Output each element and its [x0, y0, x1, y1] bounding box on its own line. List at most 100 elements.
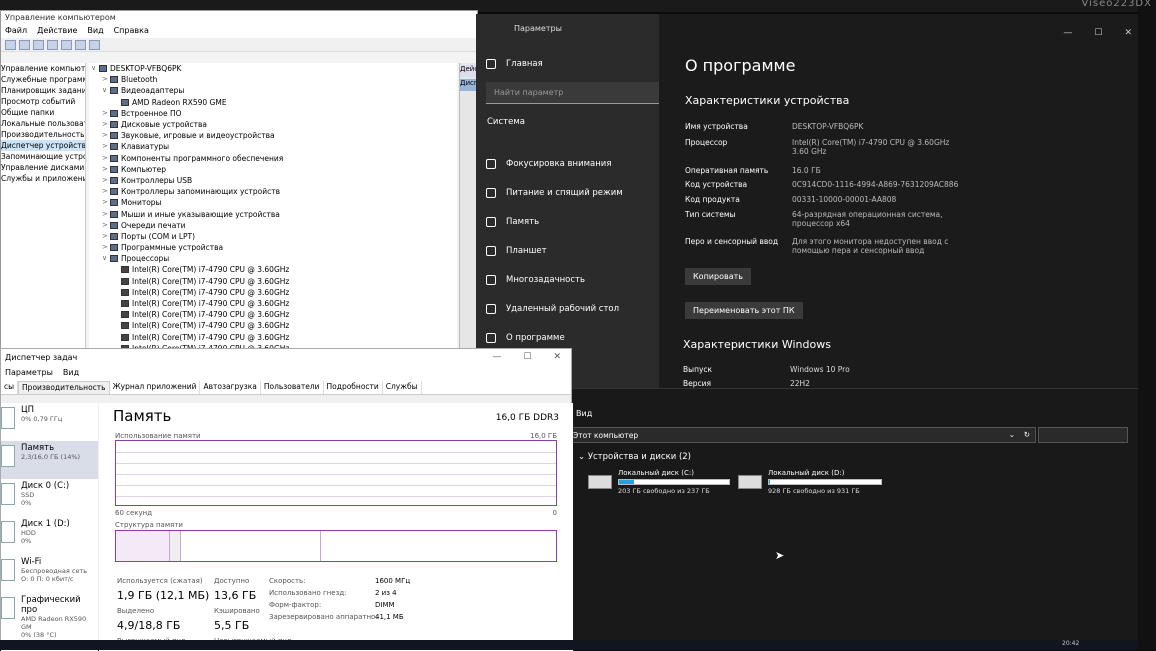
device-tree-item[interactable]: > Программные устройства	[89, 242, 457, 253]
nav-item[interactable]: Фокусировка внимания	[486, 156, 611, 172]
device-tree-item[interactable]: Intel(R) Core(TM) i7-4790 CPU @ 3.60GHz	[89, 264, 457, 275]
device-tree-item[interactable]: > Дисковые устройства	[89, 119, 457, 130]
refresh-icon[interactable]: ↻	[1024, 430, 1030, 439]
close-button[interactable]: ✕	[553, 352, 561, 362]
device-tree-item[interactable]: > Bluetooth	[89, 74, 457, 85]
device-tree-item[interactable]: > Мониторы	[89, 197, 457, 208]
device-tree-item[interactable]: > Клавиатуры	[89, 141, 457, 152]
expand-arrow-icon[interactable]: >	[102, 231, 110, 242]
expand-arrow-icon[interactable]: >	[102, 153, 110, 164]
properties-icon[interactable]	[47, 40, 58, 50]
resource-item[interactable]: Wi-Fi Беспроводная сеть О: 0 П: 0 кбит/с	[1, 555, 98, 593]
nav-item[interactable]: Многозадачность	[486, 272, 585, 288]
menu-view[interactable]: Вид	[63, 368, 79, 380]
address-bar[interactable]: Этот компьютер ⌄ ↻	[568, 427, 1036, 443]
device-tree-item[interactable]: > Порты (COM и LPT)	[89, 231, 457, 242]
console-tree-item[interactable]: Локальные пользовате	[1, 118, 85, 129]
device-tree-item[interactable]: AMD Radeon RX590 GME	[89, 97, 457, 108]
tab[interactable]: Пользователи	[261, 381, 324, 394]
console-tree-item[interactable]: Управление компьютером (л	[1, 63, 85, 74]
menu-options[interactable]: Параметры	[5, 368, 53, 380]
device-tree-item[interactable]: > Компьютер	[89, 164, 457, 175]
expand-arrow-icon[interactable]: >	[102, 209, 110, 220]
expand-arrow-icon[interactable]: >	[102, 164, 110, 175]
device-tree-item[interactable]: Intel(R) Core(TM) i7-4790 CPU @ 3.60GHz	[89, 332, 457, 343]
device-tree-item[interactable]: > Очереди печати	[89, 220, 457, 231]
device-tree-item[interactable]: Intel(R) Core(TM) i7-4790 CPU @ 3.60GHz	[89, 276, 457, 287]
tab[interactable]: сы	[1, 381, 19, 394]
expand-arrow-icon[interactable]: >	[102, 119, 110, 130]
resource-item[interactable]: Диск 1 (D:) HDD 0%	[1, 517, 98, 555]
console-tree-item[interactable]: Управление дисками	[1, 162, 85, 173]
menu-file[interactable]: Файл	[5, 26, 27, 37]
console-tree-item[interactable]: Просмотр событий	[1, 96, 85, 107]
chevron-down-icon[interactable]: ⌄	[1009, 430, 1015, 439]
back-icon[interactable]	[5, 40, 16, 50]
device-tree-item[interactable]: Intel(R) Core(TM) i7-4790 CPU @ 3.60GHz	[89, 309, 457, 320]
resource-item[interactable]: Графический про AMD Radeon RX590 GM 0% (38…	[1, 593, 98, 639]
help-icon[interactable]	[61, 40, 72, 50]
drive-c[interactable]: Локальный диск (C:) 203 ГБ свободно из 2…	[588, 469, 730, 495]
tab[interactable]: Службы	[383, 381, 422, 394]
menu-view[interactable]: Вид	[576, 409, 592, 418]
forward-icon[interactable]	[19, 40, 30, 50]
expand-arrow-icon[interactable]: ∨	[91, 63, 99, 74]
console-tree-item[interactable]: Службы и приложения	[1, 173, 85, 184]
device-tree-item[interactable]: Intel(R) Core(TM) i7-4790 CPU @ 3.60GHz	[89, 287, 457, 298]
resource-item[interactable]: ЦП 0% 0,79 ГГц	[1, 403, 98, 441]
nav-home[interactable]: Главная	[486, 56, 543, 72]
expand-arrow-icon[interactable]: >	[102, 220, 110, 231]
monitor-icon[interactable]	[89, 40, 100, 50]
drive-d[interactable]: Локальный диск (D:) 928 ГБ свободно из 9…	[738, 469, 882, 495]
expand-arrow-icon[interactable]: >	[102, 175, 110, 186]
search-input[interactable]	[1038, 427, 1128, 443]
tab[interactable]: Производительность	[18, 381, 110, 394]
console-tree-item[interactable]: Производительность	[1, 129, 85, 140]
tab[interactable]: Журнал приложений	[110, 381, 201, 394]
device-tree-item[interactable]: > Контроллеры запоминающих устройств	[89, 186, 457, 197]
device-tree-item[interactable]: ∨ Процессоры	[89, 253, 457, 264]
console-tree-item[interactable]: Диспетчер устройств	[1, 140, 85, 151]
console-tree-item[interactable]: Общие папки	[1, 107, 85, 118]
device-tree-item[interactable]: > Встроенное ПО	[89, 108, 457, 119]
devices-group-header[interactable]: ⌄ Устройства и диски (2)	[578, 452, 691, 462]
scan-icon[interactable]	[75, 40, 86, 50]
maximize-button[interactable]: ☐	[1094, 28, 1102, 38]
nav-item[interactable]: Удаленный рабочий стол	[486, 301, 619, 317]
nav-item[interactable]: Питание и спящий режим	[486, 185, 623, 201]
minimize-button[interactable]: —	[1063, 28, 1072, 38]
close-button[interactable]: ✕	[1124, 28, 1132, 38]
menu-action[interactable]: Действие	[37, 26, 77, 37]
expand-arrow-icon[interactable]: >	[102, 197, 110, 208]
resource-item[interactable]: Диск 0 (C:) SSD 0%	[1, 479, 98, 517]
expand-arrow-icon[interactable]: >	[102, 130, 110, 141]
resource-item[interactable]: Память 2,3/16,0 ГБ (14%)	[1, 441, 98, 479]
menu-help[interactable]: Справка	[114, 26, 149, 37]
expand-arrow-icon[interactable]: ∨	[102, 85, 110, 96]
device-tree-item[interactable]: Intel(R) Core(TM) i7-4790 CPU @ 3.60GHz	[89, 298, 457, 309]
console-tree-item[interactable]: Планировщик задани	[1, 85, 85, 96]
device-tree-item[interactable]: ∨ Видеоадаптеры	[89, 85, 457, 96]
rename-pc-button[interactable]: Переименовать этот ПК	[685, 302, 803, 319]
menu-view[interactable]: Вид	[87, 26, 103, 37]
expand-arrow-icon[interactable]: >	[102, 141, 110, 152]
console-tree-item[interactable]: Служебные программы	[1, 74, 85, 85]
nav-item[interactable]: Память	[486, 214, 539, 230]
copy-button[interactable]: Копировать	[685, 268, 751, 285]
maximize-button[interactable]: ☐	[523, 352, 531, 362]
nav-item[interactable]: О программе	[486, 330, 565, 346]
expand-arrow-icon[interactable]: >	[102, 108, 110, 119]
expand-arrow-icon[interactable]: ∨	[102, 253, 110, 264]
device-tree-item[interactable]: Intel(R) Core(TM) i7-4790 CPU @ 3.60GHz	[89, 320, 457, 331]
minimize-button[interactable]: —	[492, 352, 501, 362]
expand-arrow-icon[interactable]: >	[102, 242, 110, 253]
nav-item[interactable]: Планшет	[486, 243, 547, 259]
settings-search-input[interactable]: Найти параметр	[486, 82, 659, 104]
device-tree-item[interactable]: > Звуковые, игровые и видеоустройства	[89, 130, 457, 141]
expand-arrow-icon[interactable]: >	[102, 74, 110, 85]
device-tree-item[interactable]: > Мыши и иные указывающие устройства	[89, 208, 457, 219]
tab[interactable]: Автозагрузка	[200, 381, 261, 394]
device-tree-item[interactable]: > Компоненты программного обеспечения	[89, 153, 457, 164]
device-tree-item[interactable]: ∨ DESKTOP-VFBQ6PK	[89, 63, 457, 74]
tab[interactable]: Подробности	[324, 381, 383, 394]
